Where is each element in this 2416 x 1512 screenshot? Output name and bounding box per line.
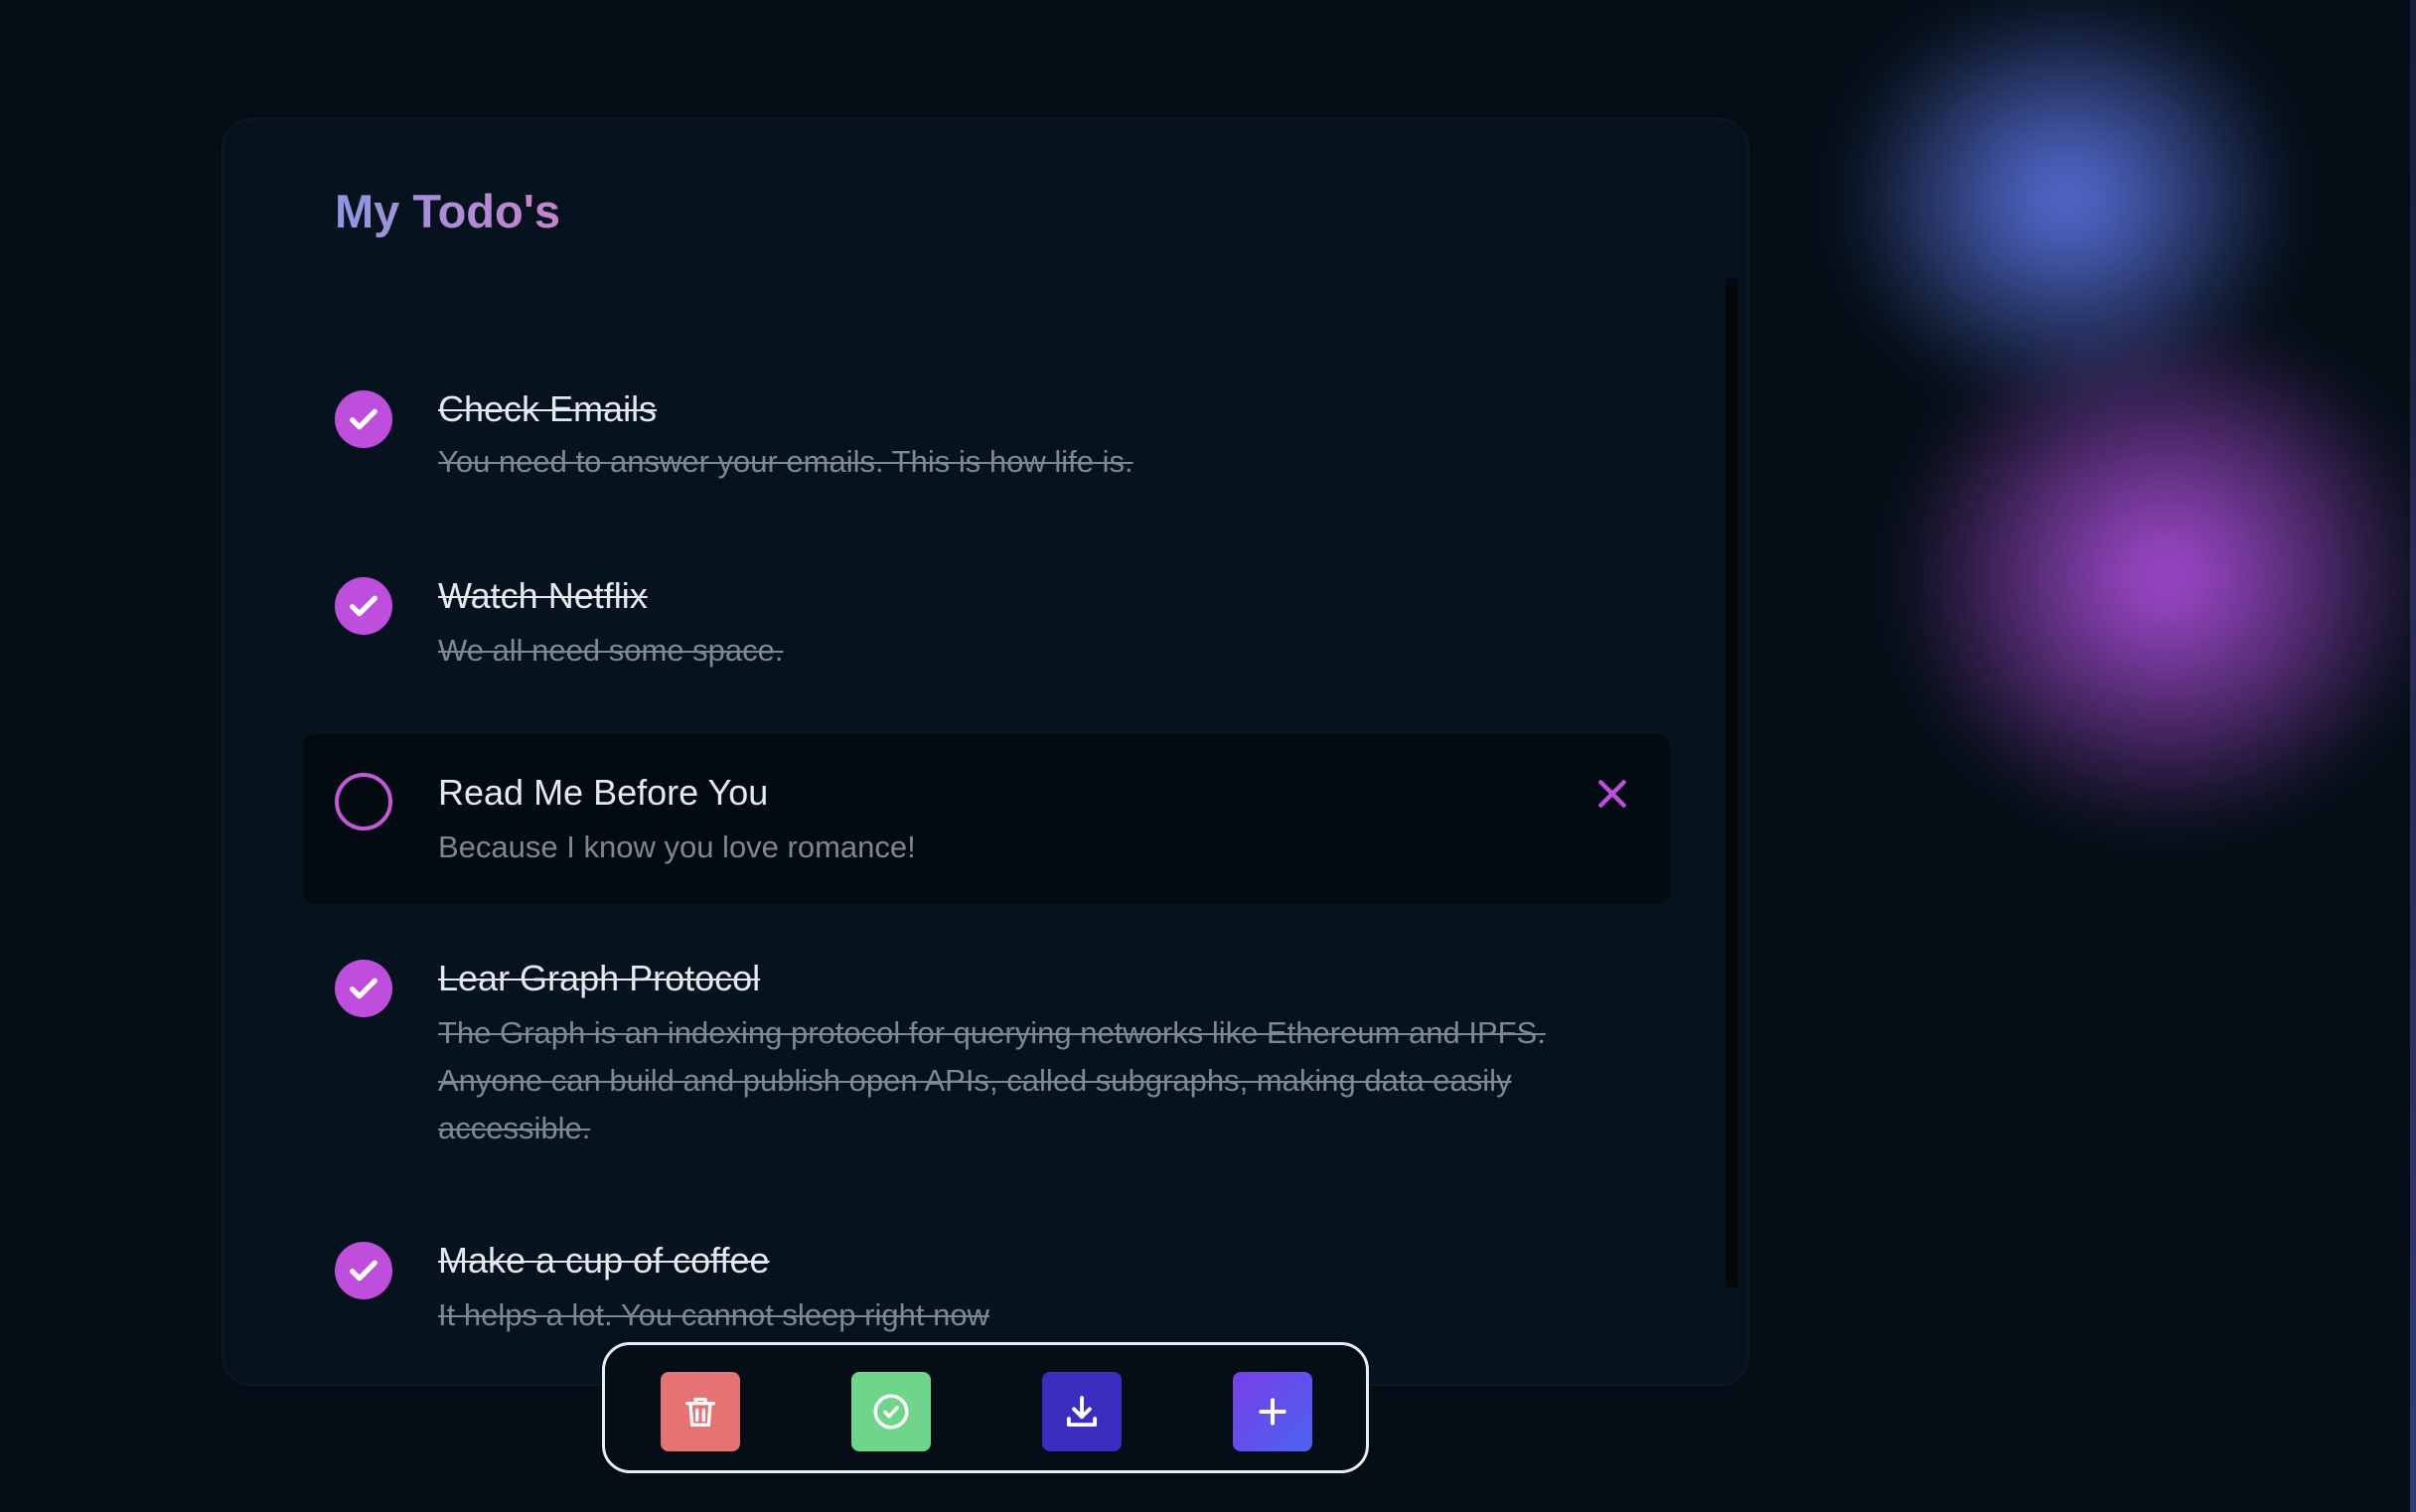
background-glow <box>1689 0 2416 1033</box>
todo-item-active[interactable]: Read Me Before You Because I know you lo… <box>303 734 1670 904</box>
checkmark-icon <box>350 595 378 617</box>
scrollbar[interactable] <box>1726 277 1738 1288</box>
todo-description: Because I know you love romance! <box>438 830 916 864</box>
complete-all-button[interactable] <box>851 1372 931 1451</box>
checkbox-checked[interactable] <box>335 577 392 635</box>
todo-title: Make a cup of coffee <box>438 1240 770 1281</box>
todo-description: We all need some space. <box>438 633 784 668</box>
download-button[interactable] <box>1042 1372 1122 1451</box>
todo-description: It helps a lot. You cannot sleep right n… <box>438 1297 989 1332</box>
checkbox-unchecked[interactable] <box>335 773 392 831</box>
checkbox-checked[interactable] <box>335 1242 392 1299</box>
action-toolbar <box>602 1342 1369 1473</box>
checkmark-icon <box>350 408 378 430</box>
checkmark-icon <box>350 1260 378 1282</box>
todo-item[interactable]: Check Emails You need to answer your ema… <box>303 359 1670 545</box>
todo-title: Lear Graph Protocol <box>438 958 761 998</box>
todo-title: Check Emails <box>438 388 658 429</box>
todo-list: Check Emails You need to answer your ema… <box>303 359 1670 1347</box>
page-title: My Todo's <box>335 185 561 237</box>
download-icon <box>1066 1396 1098 1428</box>
check-circle-icon <box>873 1394 909 1430</box>
checkmark-icon <box>350 978 378 999</box>
trash-icon <box>685 1397 715 1427</box>
plus-icon <box>1259 1398 1286 1426</box>
checkbox-checked[interactable] <box>335 960 392 1017</box>
todo-item[interactable]: Make a cup of coffee It helps a lot. You… <box>303 1188 1670 1347</box>
delete-button[interactable] <box>661 1372 740 1451</box>
todo-item[interactable]: Lear Graph Protocol The Graph is an inde… <box>303 904 1670 1188</box>
window-edge <box>2410 0 2416 1512</box>
todo-title: Read Me Before You <box>438 772 769 813</box>
todo-item[interactable]: Watch Netflix We all need some space. <box>303 545 1670 734</box>
add-todo-button[interactable] <box>1233 1372 1312 1451</box>
todo-description: You need to answer your emails. This is … <box>438 444 1133 479</box>
close-icon <box>1598 780 1626 808</box>
remove-todo-button[interactable] <box>1592 774 1632 814</box>
todo-card: My Todo's Check Emails You need to answe… <box>222 118 1749 1386</box>
checkbox-checked[interactable] <box>335 390 392 448</box>
app-page: My Todo's Check Emails You need to answe… <box>0 0 2416 1512</box>
todo-title: Watch Netflix <box>438 575 648 616</box>
todo-description: The Graph is an indexing protocol for qu… <box>438 1015 1546 1145</box>
